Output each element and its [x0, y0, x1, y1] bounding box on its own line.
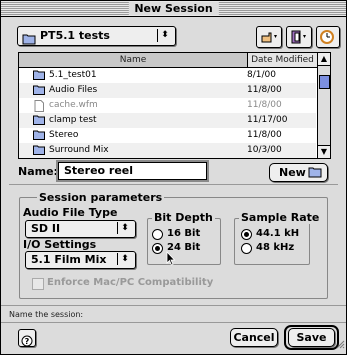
sample-rate-radio-0[interactable] — [241, 229, 252, 240]
scroll-down-arrow[interactable]: ▼ — [318, 145, 330, 158]
documents-button[interactable] — [286, 26, 312, 48]
name-input-value: Stereo reel — [64, 164, 134, 177]
sample-rate-option-label: 48 kHz — [256, 242, 295, 253]
desktop-button[interactable] — [256, 26, 282, 48]
compat-checkbox[interactable] — [32, 278, 44, 290]
file-list-row[interactable]: Stereo 11/8/00 — [19, 128, 316, 143]
file-date: 8/1/00 — [247, 70, 276, 80]
file-list-row[interactable]: Audio Files 11/8/00 — [19, 83, 316, 98]
name-column-header[interactable]: Name — [19, 53, 247, 68]
sample-rate-option-label: 44.1 kH — [256, 228, 300, 239]
scroll-up-arrow[interactable]: ▲ — [318, 53, 330, 66]
file-name: Surround Mix — [49, 145, 109, 155]
new-folder-button[interactable]: New — [269, 163, 328, 182]
vertical-scrollbar[interactable]: ▲ ▼ — [317, 53, 330, 158]
sample-rate-label: Sample Rate — [239, 211, 322, 224]
mouse-cursor — [166, 250, 176, 270]
name-input[interactable]: Stereo reel — [56, 160, 209, 182]
help-icon: ? — [21, 332, 33, 351]
popup-arrows-icon: ⬍ — [117, 222, 132, 234]
file-name: cache.wfm — [49, 100, 98, 110]
popup-arrows-icon: ⬍ — [117, 253, 132, 265]
bit-depth-radio-0[interactable] — [152, 229, 163, 240]
divider — [9, 184, 338, 185]
save-button[interactable]: Save — [288, 328, 335, 347]
audio-file-type-popup[interactable]: SD II ⬍ — [25, 220, 136, 238]
session-parameters-label: Session parameters — [37, 191, 165, 204]
cancel-button[interactable]: Cancel — [230, 328, 278, 347]
folder-icon — [33, 70, 45, 80]
file-name: Stereo — [49, 130, 79, 140]
window-title: New Session — [128, 2, 219, 15]
folder-icon — [22, 30, 36, 49]
location-popup-label: PT5.1 tests — [40, 29, 110, 42]
status-text: Name the session: — [9, 310, 84, 319]
folder-icon — [33, 85, 45, 95]
name-label: Name: — [18, 165, 58, 178]
file-list-row[interactable]: 5.1_test01 8/1/00 — [19, 68, 316, 83]
scroll-thumb[interactable] — [319, 75, 330, 89]
compat-label: Enforce Mac/PC Compatibility — [47, 277, 214, 288]
file-name: Audio Files — [49, 85, 98, 95]
file-name: 5.1_test01 — [49, 70, 97, 80]
file-list-row[interactable]: Surround Mix 10/3/00 — [19, 143, 316, 158]
title-bar[interactable]: New Session — [1, 1, 346, 17]
file-date: 11/8/00 — [247, 85, 282, 95]
folder-icon — [33, 115, 45, 125]
folder-icon — [33, 130, 45, 140]
sample-rate-radio-1[interactable] — [241, 243, 252, 254]
svg-text:?: ? — [25, 337, 30, 346]
new-session-dialog: New Session PT5.1 tests ⬍ Name Date Modi… — [0, 0, 347, 355]
bit-depth-option-label: 16 Bit — [167, 228, 201, 239]
file-date: 11/17/00 — [247, 115, 288, 125]
status-divider — [1, 305, 346, 306]
bit-depth-label: Bit Depth — [152, 211, 215, 224]
clock-icon — [320, 29, 336, 48]
help-button[interactable]: ? — [18, 329, 36, 347]
hand-pointer-icon — [260, 29, 278, 48]
recent-button[interactable] — [316, 26, 340, 48]
document-stack-icon — [290, 29, 308, 48]
new-folder-icon — [308, 166, 322, 181]
file-date: 11/8/00 — [247, 130, 282, 140]
file-list-row[interactable]: clamp test 11/17/00 — [19, 113, 316, 128]
file-list-row[interactable]: cache.wfm 11/8/00 — [19, 98, 316, 113]
document-icon — [33, 100, 45, 112]
folder-icon — [33, 145, 45, 155]
resize-grip-icon[interactable] — [335, 334, 345, 353]
date-column-header[interactable]: Date Modified — [247, 53, 317, 68]
popup-arrows-icon: ⬍ — [157, 29, 172, 42]
file-date: 10/3/00 — [247, 145, 282, 155]
status-divider-2 — [1, 322, 346, 323]
location-popup[interactable]: PT5.1 tests ⬍ — [17, 26, 176, 46]
bit-depth-radio-1[interactable] — [152, 243, 163, 254]
file-date: 11/8/00 — [247, 100, 282, 110]
audio-file-type-label: Audio File Type — [23, 206, 118, 219]
file-list[interactable]: Name Date Modified 5.1_test01 8/1/00 Audio… — [18, 52, 331, 159]
io-settings-popup[interactable]: 5.1 Film Mix ⬍ — [25, 251, 136, 269]
file-name: clamp test — [49, 115, 97, 125]
io-settings-label: I/O Settings — [23, 238, 97, 251]
